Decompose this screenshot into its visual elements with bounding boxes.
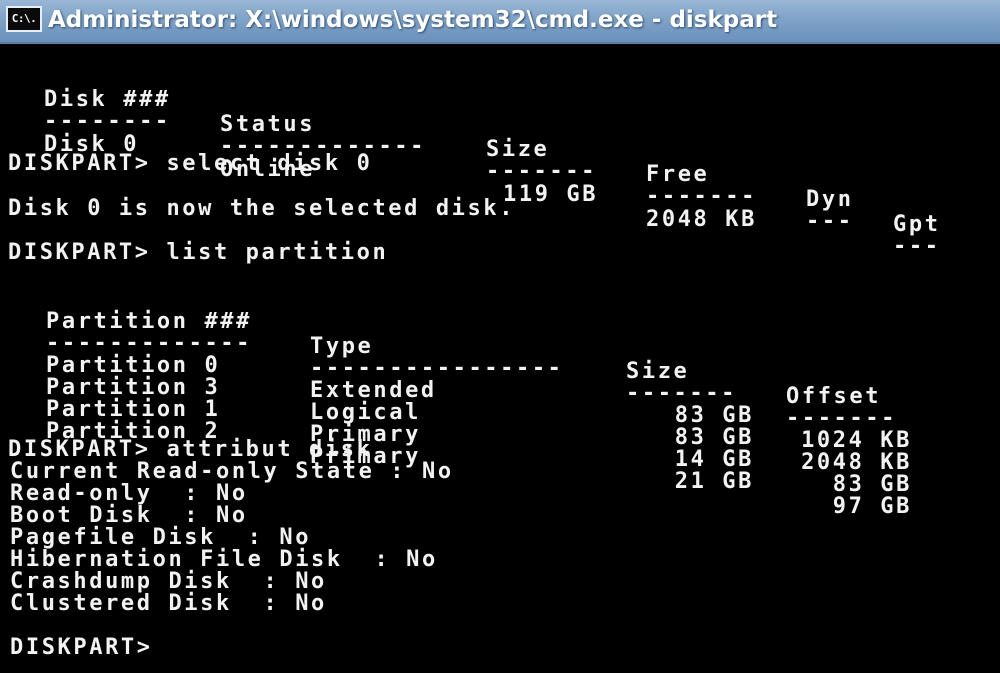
command-list-partition: DISKPART> list partition [8,240,389,265]
select-result: Disk 0 is now the selected disk. [8,196,516,221]
separator: --- [806,209,854,234]
size-cell: 21 GB [674,469,754,494]
table-row: Partition 2 Primary 21 GB 97 GB [0,394,1000,519]
cmd-window: C:\. Administrator: X:\windows\system32\… [0,0,1000,673]
table-row: Disk 0 Online 119 GB 2048 KB [0,107,1000,232]
table-row: Partition 3 Logical 83 GB 2048 KB [0,350,1000,475]
size-cell: 119 GB [503,182,599,207]
disk-table-separator: -------- ------------- ------- ------- -… [0,84,1000,259]
separator: --- [893,234,941,259]
title-bar[interactable]: C:\. Administrator: X:\windows\system32\… [0,0,1000,44]
console-output[interactable]: Disk ### Status Size Free Dyn Gpt ------… [0,44,1000,673]
cmd-app-icon[interactable]: C:\. [6,6,42,32]
free-cell: 2048 KB [646,207,757,232]
partition-table-separator: ------------- ---------------- ------- -… [0,306,1000,431]
window-title: Administrator: X:\windows\system32\cmd.e… [48,7,778,33]
separator: ------- [486,159,597,184]
table-row: Partition 1 Primary 14 GB 83 GB [0,372,1000,497]
command-select-disk: DISKPART> select disk 0 [8,151,373,176]
table-row: Partition 0 Extended 83 GB 1024 KB [0,328,1000,453]
separator: ------- [646,184,757,209]
command-prompt[interactable]: DISKPART> [10,635,153,660]
offset-cell: 97 GB [832,494,912,519]
attribute-line: Clustered Disk : No [10,591,327,616]
